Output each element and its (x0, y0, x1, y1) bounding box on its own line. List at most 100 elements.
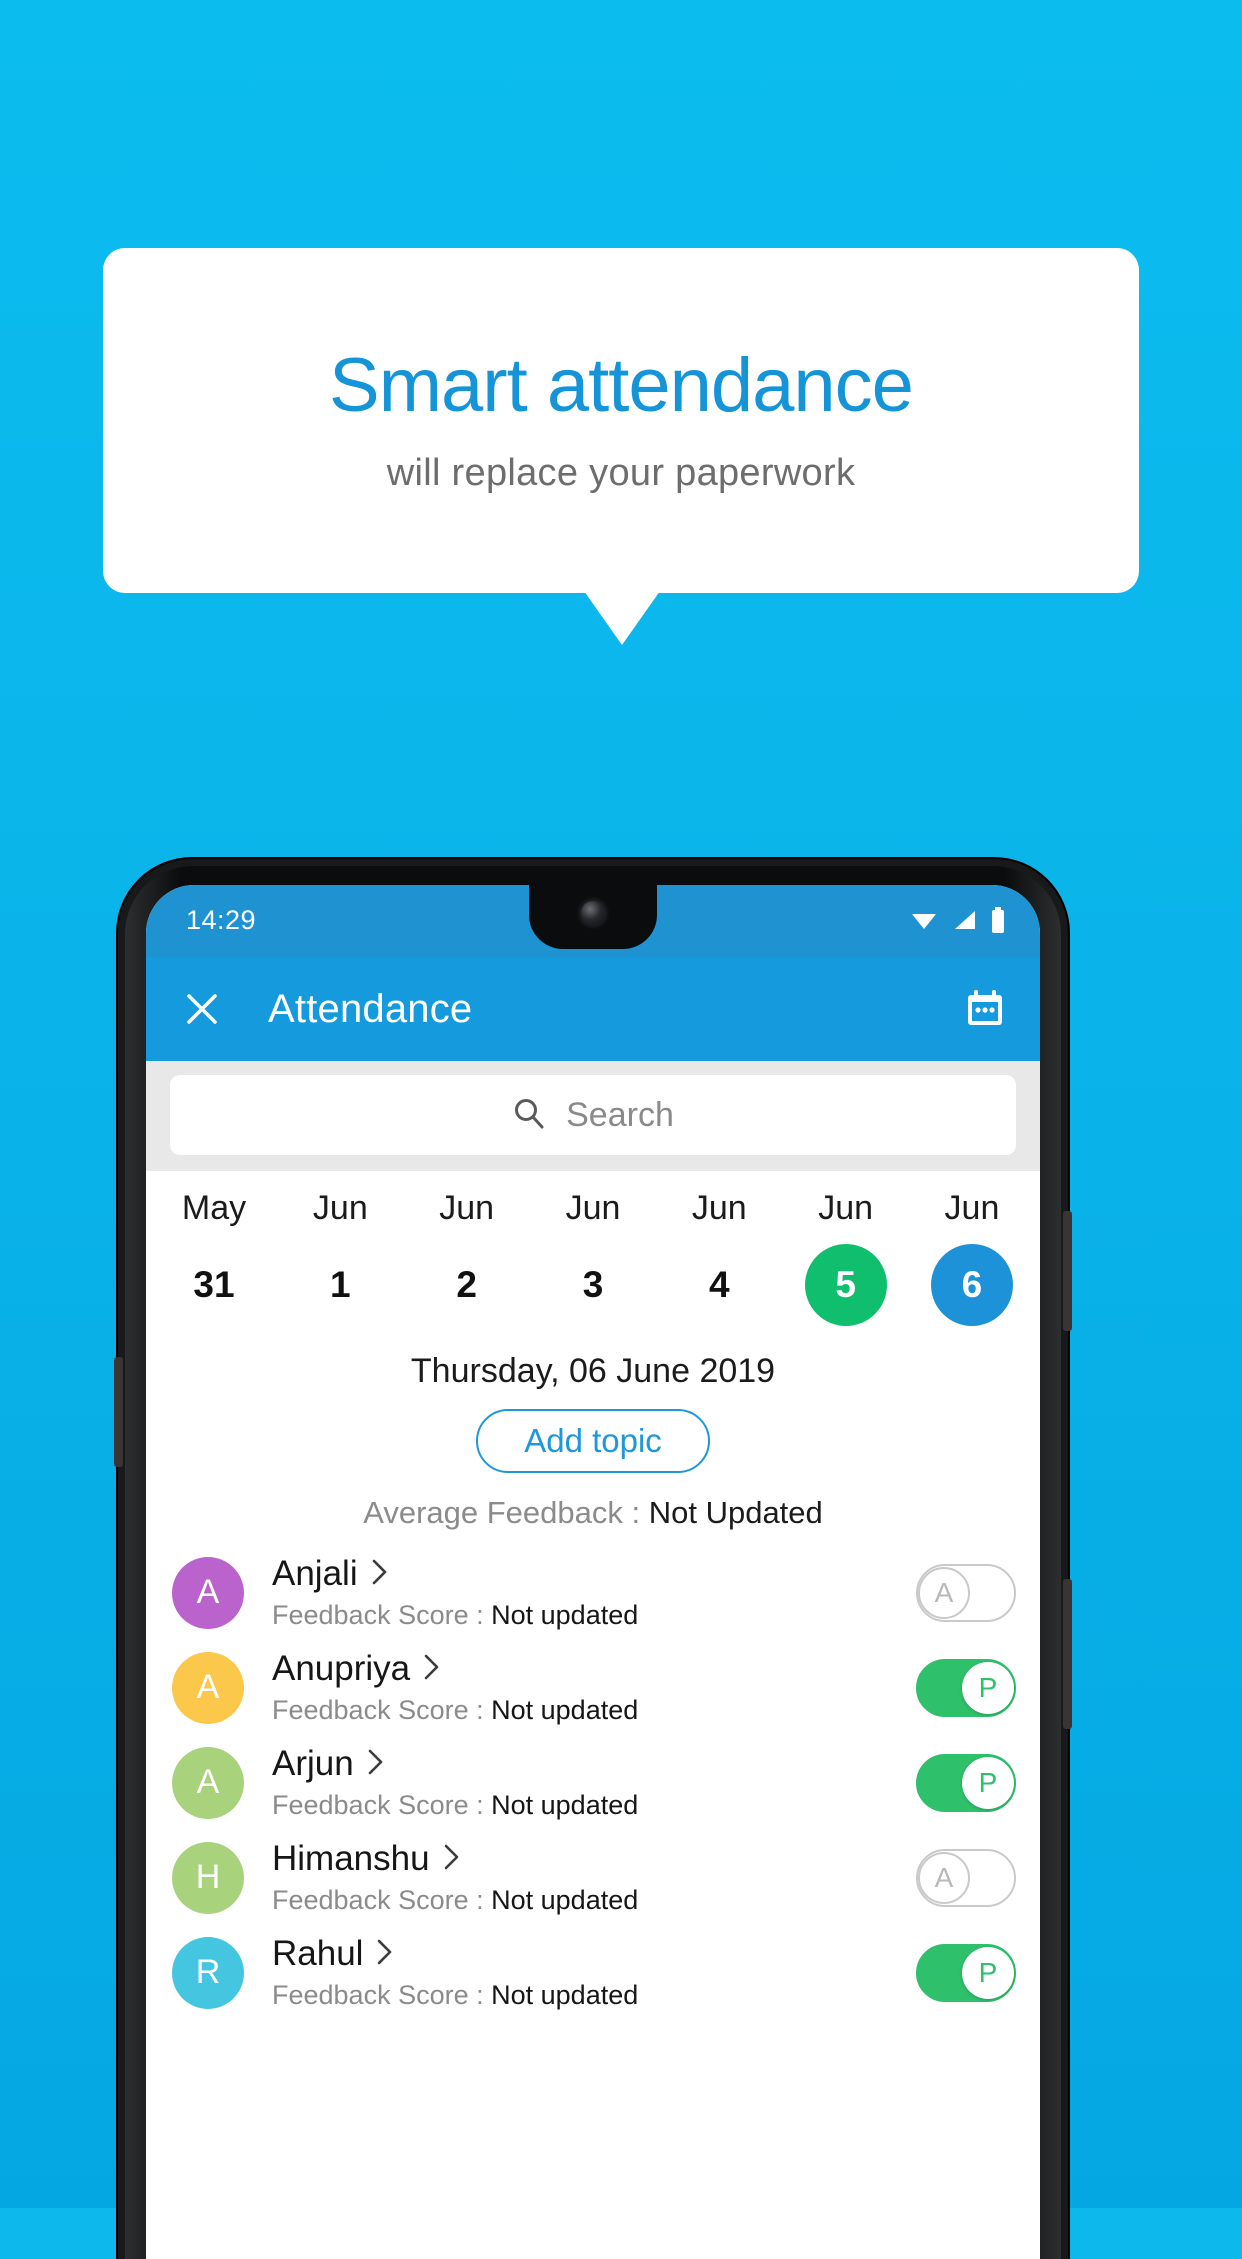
camera-notch (529, 885, 657, 949)
student-name: Anjali (272, 1554, 358, 1593)
date-day-number[interactable]: 31 (173, 1244, 255, 1326)
feedback-score-label: Feedback Score : (272, 1980, 492, 2010)
date-cell[interactable]: Jun 6 (918, 1189, 1026, 1326)
student-row[interactable]: A Arjun Feedback Score : Not updated P (146, 1735, 1040, 1830)
avatar: A (172, 1746, 244, 1819)
feedback-score-value: Not updated (491, 1980, 639, 2010)
phone-power-button[interactable] (1063, 1211, 1072, 1331)
feedback-score-value: Not updated (491, 1695, 639, 1725)
status-icons (910, 907, 1006, 938)
date-cell[interactable]: Jun 4 (665, 1189, 773, 1326)
avatar: R (172, 1936, 244, 2009)
attendance-toggle-knob: A (918, 1566, 970, 1619)
chevron-right-icon[interactable] (367, 1747, 385, 1782)
chevron-right-icon[interactable] (443, 1842, 461, 1877)
date-month-label: Jun (691, 1189, 747, 1227)
attendance-toggle-knob: P (962, 1946, 1014, 1999)
date-month-label: Jun (439, 1189, 495, 1227)
date-cell[interactable]: Jun 3 (539, 1189, 647, 1326)
attendance-toggle-knob: P (962, 1661, 1014, 1714)
status-time: 14:29 (186, 905, 257, 935)
feedback-score-label: Feedback Score : (272, 1885, 492, 1915)
attendance-toggle[interactable]: A (916, 1848, 1016, 1907)
page-title: Attendance (268, 986, 473, 1031)
student-info: Anjali Feedback Score : Not updated (272, 1554, 916, 1631)
search-placeholder: Search (566, 1095, 674, 1134)
close-icon[interactable] (178, 985, 226, 1033)
student-name-line[interactable]: Anjali (272, 1554, 916, 1594)
phone-screen: 14:29 Attendance Search May 31 Jun 1 Jun… (146, 885, 1040, 2259)
student-name-line[interactable]: Himanshu (272, 1839, 916, 1879)
student-info: Rahul Feedback Score : Not updated (272, 1934, 916, 2011)
date-cell[interactable]: Jun 2 (413, 1189, 521, 1326)
student-name: Anupriya (272, 1649, 411, 1688)
date-strip: May 31 Jun 1 Jun 2 Jun 3 Jun 4 Jun 5 Jun 6 (146, 1171, 1040, 1332)
date-day-number[interactable]: 3 (552, 1244, 634, 1326)
date-day-number[interactable]: 4 (678, 1244, 760, 1326)
attendance-toggle[interactable]: P (916, 1658, 1016, 1717)
student-list: A Anjali Feedback Score : Not updated A A Anu… (146, 1545, 1040, 2020)
chevron-right-icon[interactable] (423, 1652, 441, 1687)
feedback-score-label: Feedback Score : (272, 1695, 492, 1725)
calendar-icon[interactable] (962, 986, 1008, 1032)
date-day-number[interactable]: 5 (804, 1244, 887, 1326)
student-name-line[interactable]: Arjun (272, 1744, 916, 1784)
cellular-signal-icon (951, 909, 977, 936)
search-input[interactable]: Search (170, 1075, 1016, 1155)
date-cell[interactable]: Jun 1 (286, 1189, 394, 1326)
date-month-label: Jun (565, 1189, 621, 1227)
date-day-number[interactable]: 6 (930, 1244, 1013, 1326)
date-day-number[interactable]: 2 (426, 1244, 508, 1326)
feedback-score: Feedback Score : Not updated (272, 1885, 916, 1916)
feedback-score: Feedback Score : Not updated (272, 1600, 916, 1631)
avatar: A (172, 1556, 244, 1629)
date-month-label: Jun (818, 1189, 874, 1227)
phone-assistant-button[interactable] (114, 1357, 123, 1467)
avatar: H (172, 1841, 244, 1914)
student-row[interactable]: R Rahul Feedback Score : Not updated P (146, 1925, 1040, 2020)
avatar: A (172, 1651, 244, 1724)
app-bar: Attendance (146, 957, 1040, 1061)
feedback-score: Feedback Score : Not updated (272, 1790, 916, 1821)
front-camera-icon (581, 901, 605, 925)
student-name: Rahul (272, 1934, 364, 1973)
battery-icon (990, 907, 1006, 938)
feedback-score: Feedback Score : Not updated (272, 1695, 916, 1726)
promo-title: Smart attendance (329, 343, 914, 429)
chevron-right-icon[interactable] (371, 1557, 389, 1592)
phone-mockup: 14:29 Attendance Search May 31 Jun 1 Jun… (114, 859, 1072, 2259)
date-month-label: May (181, 1189, 247, 1227)
feedback-score-label: Feedback Score : (272, 1600, 492, 1630)
student-name-line[interactable]: Anupriya (272, 1649, 916, 1689)
phone-volume-button[interactable] (1063, 1579, 1072, 1729)
average-feedback: Average Feedback : Not Updated (146, 1495, 1040, 1531)
student-name: Himanshu (272, 1839, 430, 1878)
promo-subtitle: will replace your paperwork (386, 451, 856, 494)
date-month-label: Jun (312, 1189, 368, 1227)
selected-day-title: Thursday, 06 June 2019 (410, 1352, 776, 1390)
promo-card-tail (584, 591, 660, 645)
search-bar-container: Search (146, 1061, 1040, 1171)
feedback-score-value: Not updated (491, 1885, 639, 1915)
student-row[interactable]: A Anjali Feedback Score : Not updated A (146, 1545, 1040, 1640)
attendance-toggle-knob: P (962, 1756, 1014, 1809)
date-cell[interactable]: May 31 (160, 1189, 268, 1326)
student-row[interactable]: A Anupriya Feedback Score : Not updated P (146, 1640, 1040, 1735)
date-cell[interactable]: Jun 5 (792, 1189, 900, 1326)
attendance-toggle[interactable]: A (916, 1563, 1016, 1622)
student-info: Himanshu Feedback Score : Not updated (272, 1839, 916, 1916)
attendance-toggle[interactable]: P (916, 1943, 1016, 2002)
date-day-number[interactable]: 1 (299, 1244, 381, 1326)
chevron-right-icon[interactable] (376, 1937, 394, 1972)
attendance-toggle-knob: A (918, 1851, 970, 1904)
add-topic-container: Add topic (146, 1409, 1040, 1473)
average-feedback-label: Average Feedback : (363, 1495, 649, 1530)
wifi-icon (910, 909, 938, 936)
attendance-toggle[interactable]: P (916, 1753, 1016, 1812)
feedback-score-value: Not updated (491, 1600, 639, 1630)
feedback-score-value: Not updated (491, 1790, 639, 1820)
student-info: Anupriya Feedback Score : Not updated (272, 1649, 916, 1726)
student-name-line[interactable]: Rahul (272, 1934, 916, 1974)
add-topic-button[interactable]: Add topic (476, 1409, 710, 1473)
student-row[interactable]: H Himanshu Feedback Score : Not updated A (146, 1830, 1040, 1925)
